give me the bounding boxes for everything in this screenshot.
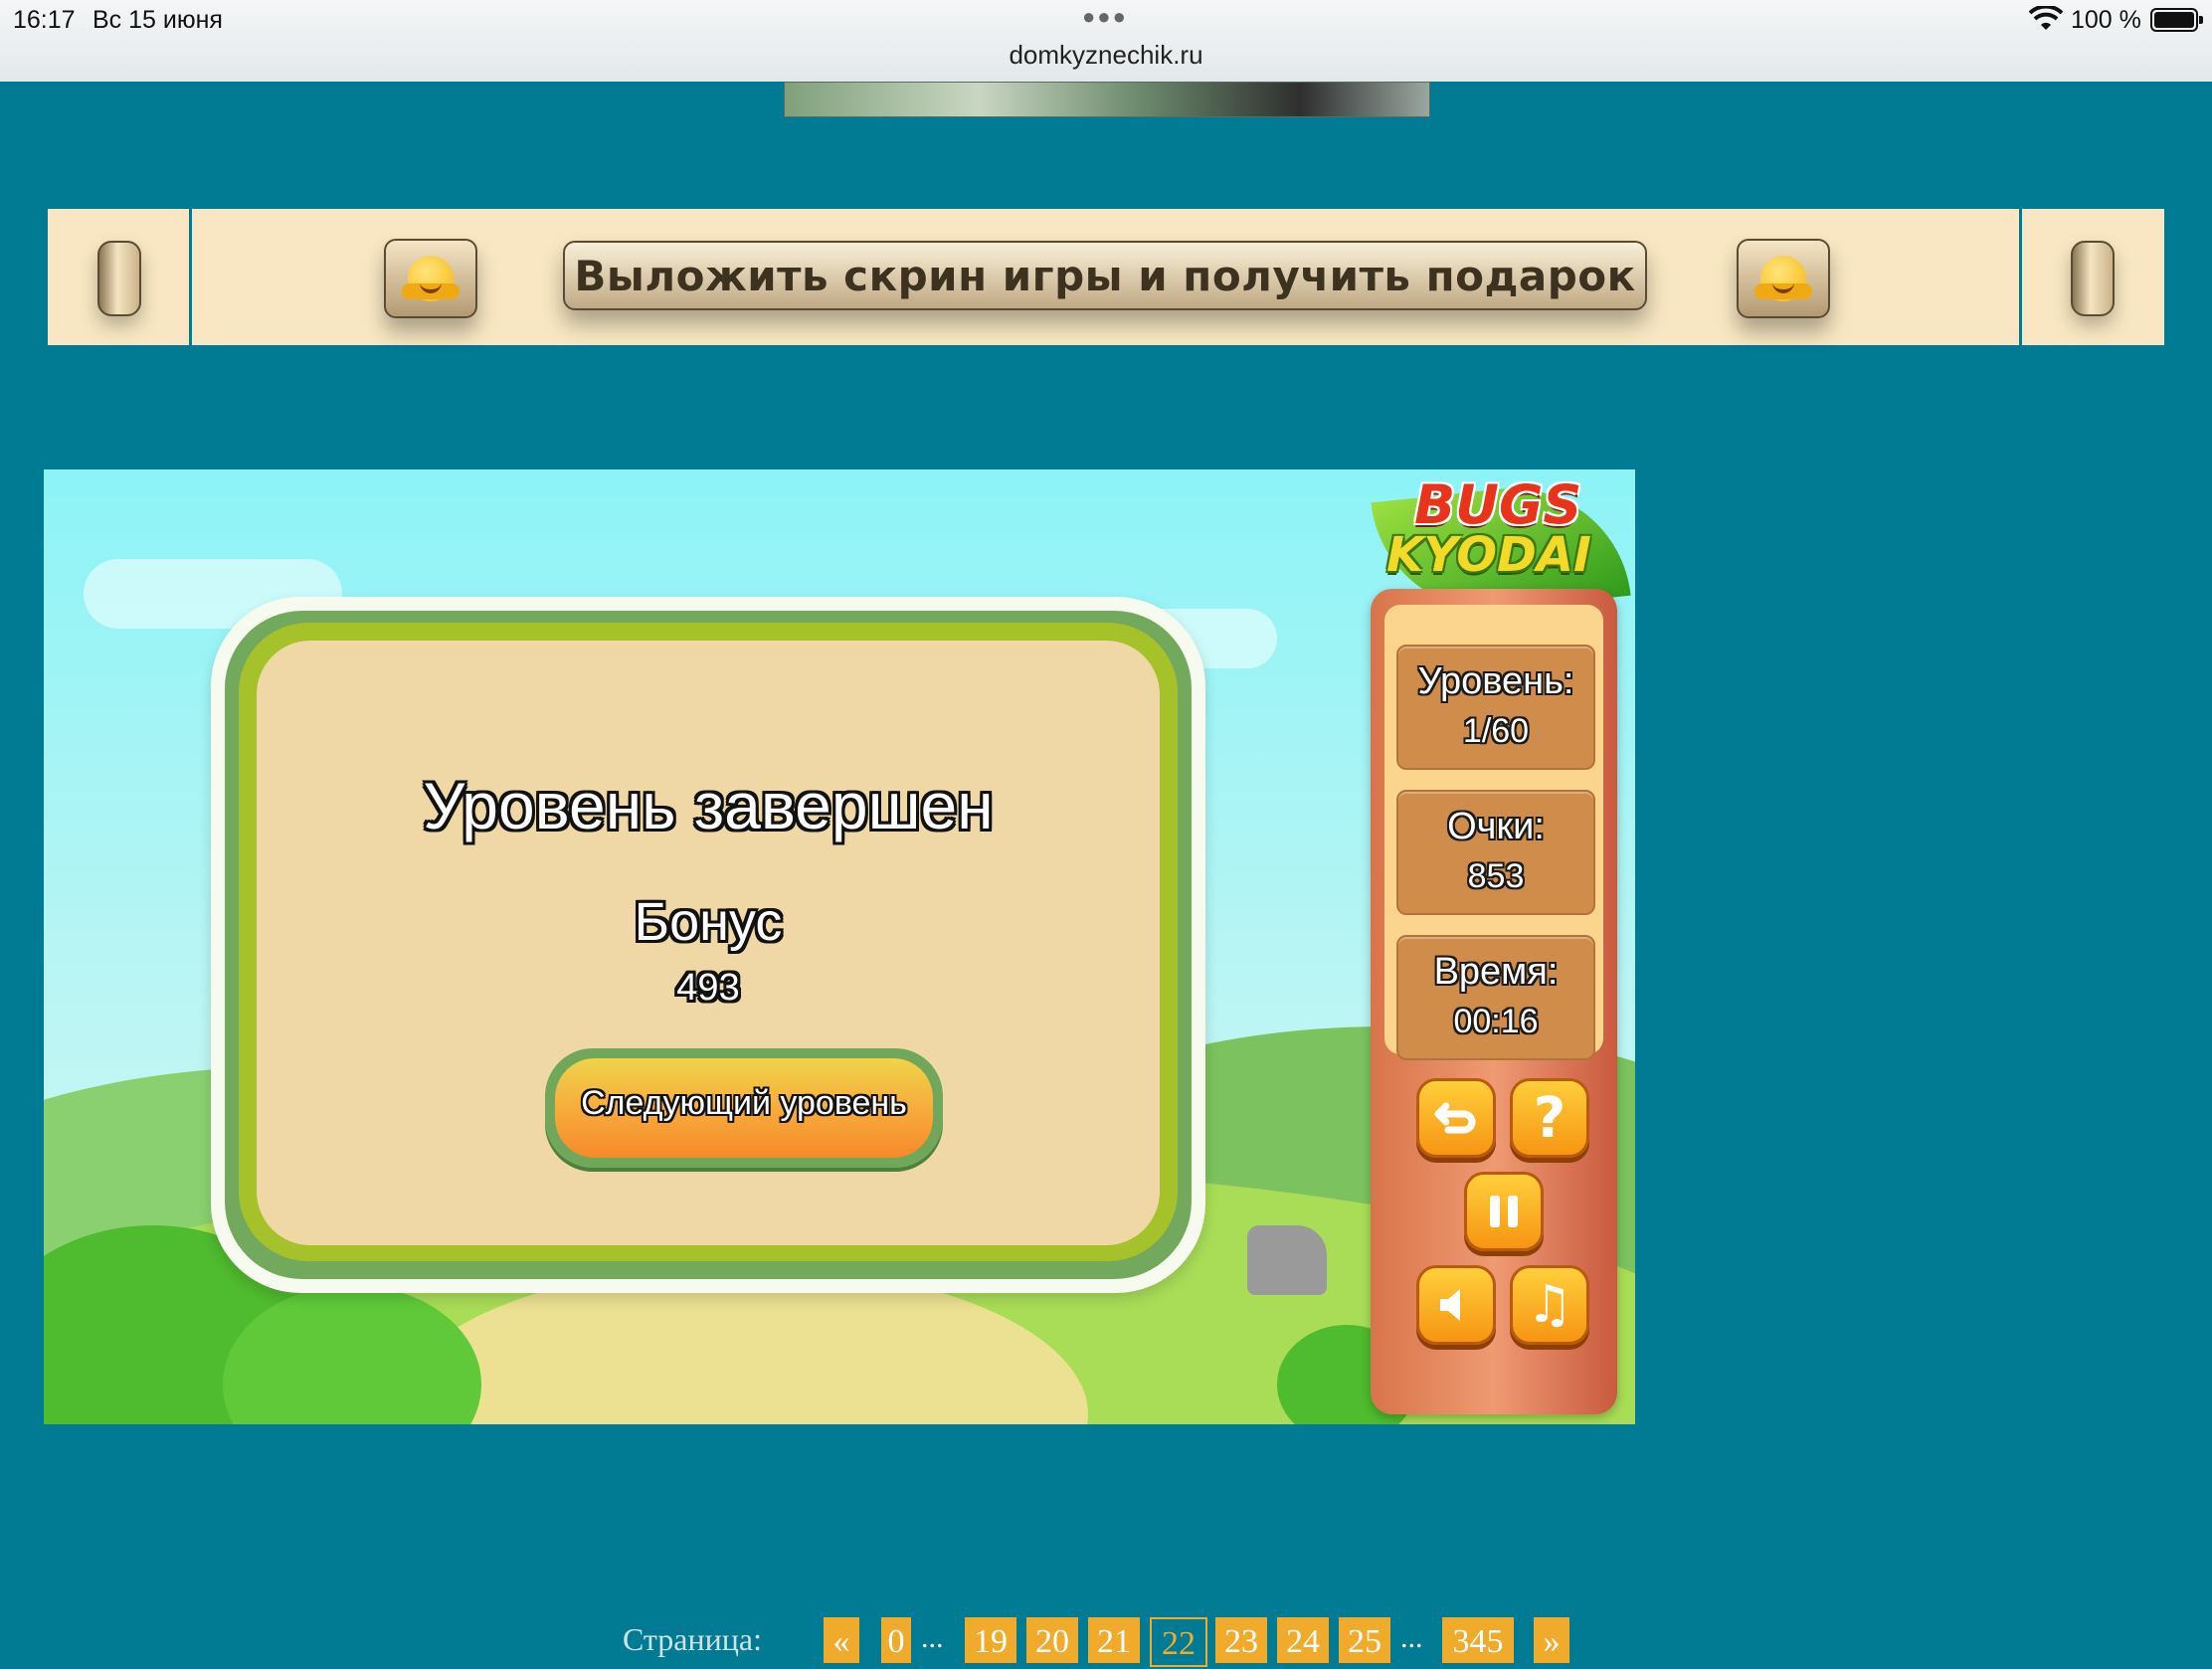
bonus-value: 493: [676, 967, 740, 1009]
time-stat: Время: 00:16: [1396, 935, 1595, 1060]
status-bar: 16:17 Вс 15 июня ●●● domkyznechik.ru 100…: [0, 0, 2212, 82]
banner-divider: [2019, 209, 2022, 345]
status-time: 16:17: [13, 6, 76, 34]
time-value: 00:16: [1453, 1003, 1539, 1040]
level-label: Уровень:: [1417, 660, 1574, 702]
level-complete-dialog: Уровень завершен Бонус 493 Следующий уро…: [211, 597, 1205, 1293]
pagination-label: Страница:: [623, 1621, 762, 1657]
next-level-button[interactable]: Следующий уровень: [545, 1048, 943, 1168]
promo-banner: Выложить скрин игры и получить подарок: [48, 209, 2164, 345]
next-level-label: Следующий уровень: [581, 1084, 907, 1122]
page-link-20[interactable]: 20: [1026, 1617, 1078, 1663]
hugging-face-emoji-icon[interactable]: [384, 239, 477, 318]
banner-divider: [189, 209, 192, 345]
share-screenshot-button[interactable]: Выложить скрин игры и получить подарок: [563, 241, 1647, 310]
game-canvas[interactable]: Уровень завершен Бонус 493 Следующий уро…: [44, 469, 1635, 1424]
music-icon[interactable]: ♫: [1510, 1265, 1589, 1345]
score-label: Очки:: [1447, 806, 1545, 847]
level-complete-title: Уровень завершен: [423, 769, 994, 842]
wifi-icon: [2029, 6, 2063, 30]
page-link-24[interactable]: 24: [1277, 1617, 1329, 1663]
current-page: 22: [1150, 1617, 1207, 1667]
page-link-25[interactable]: 25: [1339, 1617, 1390, 1663]
hugging-face-emoji-icon[interactable]: [1737, 239, 1830, 318]
stats-panel: Уровень: 1/60 Очки: 853 Время: 00:16: [1384, 605, 1603, 1060]
multitasking-dots-icon[interactable]: ●●●: [1082, 4, 1128, 30]
page-link-345[interactable]: 345: [1442, 1617, 1514, 1663]
level-stat: Уровень: 1/60: [1396, 645, 1595, 770]
score-stat: Очки: 853: [1396, 790, 1595, 915]
pagination-ellipsis: ...: [921, 1621, 944, 1654]
help-icon[interactable]: ?: [1510, 1078, 1589, 1158]
page-link-19[interactable]: 19: [965, 1617, 1016, 1663]
score-value: 853: [1467, 857, 1525, 895]
battery-percent: 100 %: [2071, 6, 2141, 34]
page-link-0[interactable]: 0: [881, 1617, 911, 1663]
page-link-23[interactable]: 23: [1215, 1617, 1267, 1663]
battery-icon: [2150, 8, 2203, 32]
banner-right-handle: [2071, 241, 2115, 316]
logo-kyodai-text: KYODAI: [1386, 527, 1591, 583]
undo-icon[interactable]: [1416, 1078, 1496, 1158]
rock: [1247, 1225, 1327, 1295]
next-page-link[interactable]: »: [1534, 1617, 1569, 1663]
page-link-21[interactable]: 21: [1088, 1617, 1140, 1663]
pagination-ellipsis: ...: [1400, 1621, 1423, 1654]
pause-icon[interactable]: [1464, 1172, 1544, 1251]
sound-icon[interactable]: [1416, 1265, 1496, 1345]
time-label: Время:: [1433, 951, 1559, 993]
banner-left-handle: [97, 241, 141, 316]
address-bar-url[interactable]: domkyznechik.ru: [0, 40, 2212, 71]
side-panel: Уровень: 1/60 Очки: 853 Время: 00:16 ? ♫: [1371, 589, 1617, 1414]
top-banner-image[interactable]: [784, 82, 1430, 117]
prev-page-link[interactable]: «: [824, 1617, 859, 1663]
level-value: 1/60: [1462, 712, 1530, 750]
bonus-label: Бонус: [634, 892, 783, 952]
status-date: Вс 15 июня: [92, 6, 223, 34]
